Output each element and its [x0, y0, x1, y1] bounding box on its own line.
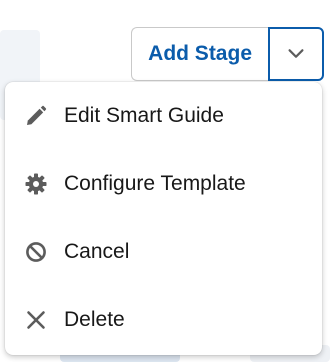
ban-icon — [24, 240, 48, 264]
menu-item-label: Delete — [64, 308, 125, 331]
actions-menu: Edit Smart Guide Configure Template Canc… — [5, 82, 322, 355]
menu-item-cancel[interactable]: Cancel — [5, 224, 322, 280]
pencil-icon — [24, 104, 48, 128]
menu-item-label: Configure Template — [64, 172, 246, 195]
add-stage-button[interactable]: Add Stage — [131, 27, 268, 81]
more-actions-dropdown-button[interactable] — [268, 27, 324, 81]
menu-item-edit-smart-guide[interactable]: Edit Smart Guide — [5, 88, 322, 144]
menu-item-configure-template[interactable]: Configure Template — [5, 156, 322, 212]
menu-item-delete[interactable]: Delete — [5, 292, 322, 348]
close-icon — [24, 308, 48, 332]
chevron-down-icon — [288, 49, 304, 58]
gear-icon — [24, 172, 48, 196]
stage-toolbar: Add Stage — [131, 27, 324, 81]
menu-item-label: Cancel — [64, 240, 130, 263]
menu-item-label: Edit Smart Guide — [64, 104, 224, 127]
